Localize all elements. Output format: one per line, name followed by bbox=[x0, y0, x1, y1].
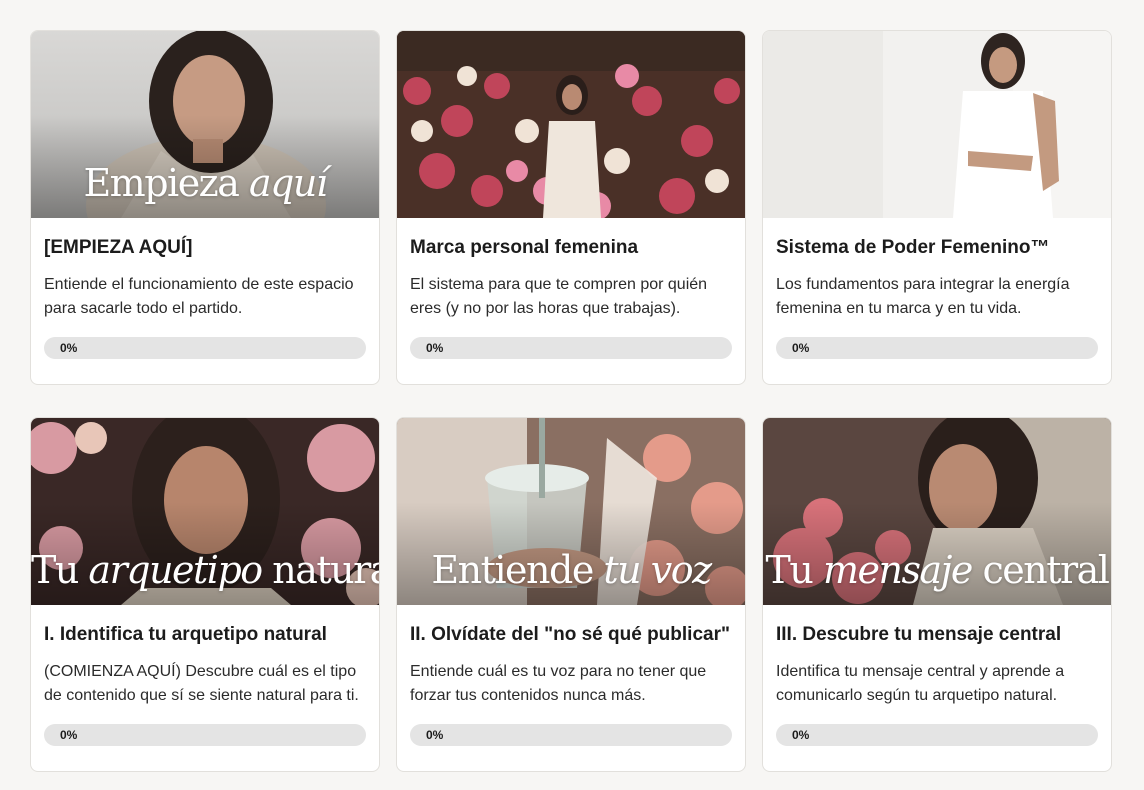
course-title: II. Olvídate del "no sé qué publicar" bbox=[410, 624, 730, 645]
progress-bar: 0% bbox=[44, 337, 366, 359]
course-description: Entiende cuál es tu voz para no tener qu… bbox=[410, 663, 707, 704]
progress-label: 0% bbox=[60, 341, 78, 355]
course-title: Sistema de Poder Femenino™ bbox=[776, 237, 1050, 258]
progress-label: 0% bbox=[792, 341, 810, 355]
course-title: Marca personal femenina bbox=[410, 237, 639, 258]
progress-label: 0% bbox=[792, 728, 810, 742]
progress-bar: 0% bbox=[776, 337, 1098, 359]
course-title: [EMPIEZA AQUÍ] bbox=[44, 237, 193, 258]
course-thumbnail[interactable] bbox=[397, 31, 745, 218]
thumbnail-title: Entiende tu voz bbox=[431, 548, 712, 592]
course-card[interactable]: Tu arquetipo natural I. Identifica tu ar… bbox=[30, 417, 380, 772]
course-card[interactable]: Sistema de Poder Femenino™ Los fundament… bbox=[762, 30, 1112, 385]
thumbnail-photo bbox=[397, 31, 745, 218]
course-description: El sistema para que te compren por quién… bbox=[410, 276, 708, 317]
course-card[interactable]: Empieza aquí [EMPIEZA AQUÍ] Entiende el … bbox=[30, 30, 380, 385]
progress-label: 0% bbox=[60, 728, 78, 742]
progress-bar: 0% bbox=[44, 724, 366, 746]
course-description: (COMIENZA AQUÍ) Descubre cuál es el tipo… bbox=[44, 663, 359, 704]
course-card[interactable]: Entiende tu voz II. Olvídate del "no sé … bbox=[396, 417, 746, 772]
course-thumbnail[interactable]: Empieza aquí bbox=[31, 31, 379, 218]
course-thumbnail[interactable]: Entiende tu voz bbox=[397, 418, 745, 605]
thumbnail-title: Tu arquetipo natural bbox=[31, 548, 379, 592]
course-card[interactable]: Tu mensaje central III. Descubre tu mens… bbox=[762, 417, 1112, 772]
course-description: Identifica tu mensaje central y aprende … bbox=[776, 663, 1065, 704]
thumbnail-title: Tu mensaje central bbox=[765, 548, 1110, 592]
course-description: Los fundamentos para integrar la energía… bbox=[776, 276, 1070, 317]
progress-bar: 0% bbox=[410, 337, 732, 359]
thumbnail-title: Empieza aquí bbox=[83, 161, 328, 205]
course-thumbnail[interactable]: Tu mensaje central bbox=[763, 418, 1111, 605]
course-thumbnail[interactable]: Tu arquetipo natural bbox=[31, 418, 379, 605]
progress-bar: 0% bbox=[776, 724, 1098, 746]
course-thumbnail[interactable] bbox=[763, 31, 1111, 218]
course-description: Entiende el funcionamiento de este espac… bbox=[44, 276, 354, 317]
progress-label: 0% bbox=[426, 341, 444, 355]
course-title: III. Descubre tu mensaje central bbox=[776, 624, 1062, 645]
course-title: I. Identifica tu arquetipo natural bbox=[44, 624, 327, 645]
course-grid: Empieza aquí [EMPIEZA AQUÍ] Entiende el … bbox=[30, 30, 1112, 772]
thumbnail-photo bbox=[763, 31, 1111, 218]
progress-label: 0% bbox=[426, 728, 444, 742]
progress-bar: 0% bbox=[410, 724, 732, 746]
course-card[interactable]: Marca personal femenina El sistema para … bbox=[396, 30, 746, 385]
